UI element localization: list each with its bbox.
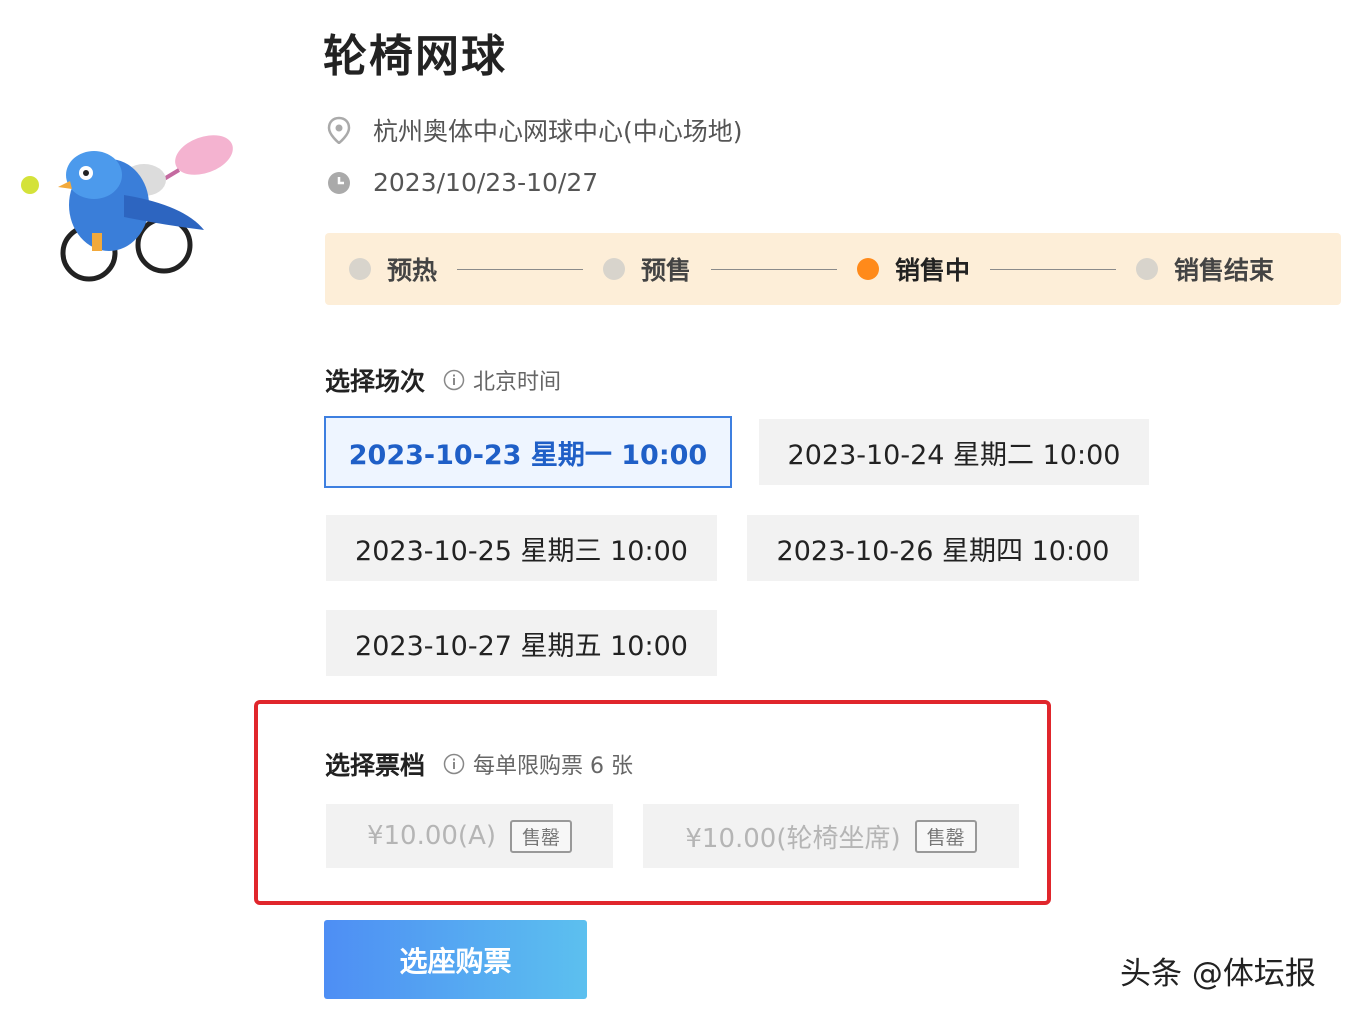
sold-out-badge: 售罄 bbox=[914, 819, 977, 853]
section-label: 选择场次 bbox=[325, 367, 426, 396]
session-option-1025[interactable]: 2023-10-25 星期三 10:00 bbox=[326, 515, 717, 581]
ticket-price: ¥10.00(轮椅坐席) bbox=[685, 823, 901, 854]
section-hint: 北京时间 bbox=[473, 370, 562, 395]
sale-status-progress: 预热 预售 销售中 销售结束 bbox=[325, 233, 1341, 305]
sold-out-badge: 售罄 bbox=[510, 819, 573, 853]
ticket-tier-a[interactable]: ¥10.00(A) 售罄 bbox=[326, 804, 613, 868]
session-option-1023[interactable]: 2023-10-23 星期一 10:00 bbox=[324, 416, 732, 488]
step-label: 销售结束 bbox=[1174, 256, 1275, 285]
date-text: 2023/10/23-10/27 bbox=[373, 168, 599, 197]
step-dot bbox=[349, 258, 371, 280]
session-option-1027[interactable]: 2023-10-27 星期五 10:00 bbox=[326, 610, 717, 676]
step-label: 预售 bbox=[641, 256, 692, 285]
step-label: 销售中 bbox=[895, 256, 971, 285]
step-connector bbox=[711, 268, 838, 270]
event-title: 轮椅网球 bbox=[323, 31, 507, 82]
step-dot-active bbox=[857, 258, 880, 280]
venue-text: 杭州奥体中心网球中心(中心场地) bbox=[373, 117, 743, 146]
step-label: 预热 bbox=[387, 256, 438, 285]
step-connector bbox=[990, 268, 1117, 270]
info-circle-icon bbox=[443, 369, 465, 391]
step-connector bbox=[457, 268, 584, 270]
status-step-on-sale: 销售中 bbox=[857, 251, 970, 287]
status-step-preheat: 预热 bbox=[349, 251, 437, 287]
location-pin-icon bbox=[325, 116, 353, 144]
date-row: 2023/10/23-10/27 bbox=[325, 168, 598, 197]
ticket-section-title: 选择票档 每单限购票 6 张 bbox=[325, 746, 633, 782]
highlight-annotation-box bbox=[254, 700, 1051, 905]
info-circle-icon bbox=[443, 753, 465, 775]
status-step-presale: 预售 bbox=[603, 251, 691, 287]
ticket-tier-wheelchair[interactable]: ¥10.00(轮椅坐席) 售罄 bbox=[643, 804, 1019, 868]
watermark-text: 头条 @体坛报 bbox=[1120, 956, 1316, 992]
section-label: 选择票档 bbox=[325, 751, 426, 780]
clock-icon bbox=[325, 169, 353, 197]
step-dot bbox=[603, 258, 626, 280]
ticket-price: ¥10.00(A) bbox=[366, 821, 497, 851]
step-dot bbox=[1136, 258, 1159, 280]
status-step-sale-ended: 销售结束 bbox=[1136, 251, 1274, 287]
mascot-illustration bbox=[21, 135, 233, 282]
section-hint: 每单限购票 6 张 bbox=[473, 754, 633, 779]
session-section-title: 选择场次 北京时间 bbox=[325, 362, 561, 398]
venue-row: 杭州奥体中心网球中心(中心场地) bbox=[325, 112, 743, 148]
session-option-1026[interactable]: 2023-10-26 星期四 10:00 bbox=[747, 515, 1139, 581]
session-option-1024[interactable]: 2023-10-24 星期二 10:00 bbox=[759, 419, 1149, 485]
select-seat-buy-button[interactable]: 选座购票 bbox=[324, 920, 587, 999]
